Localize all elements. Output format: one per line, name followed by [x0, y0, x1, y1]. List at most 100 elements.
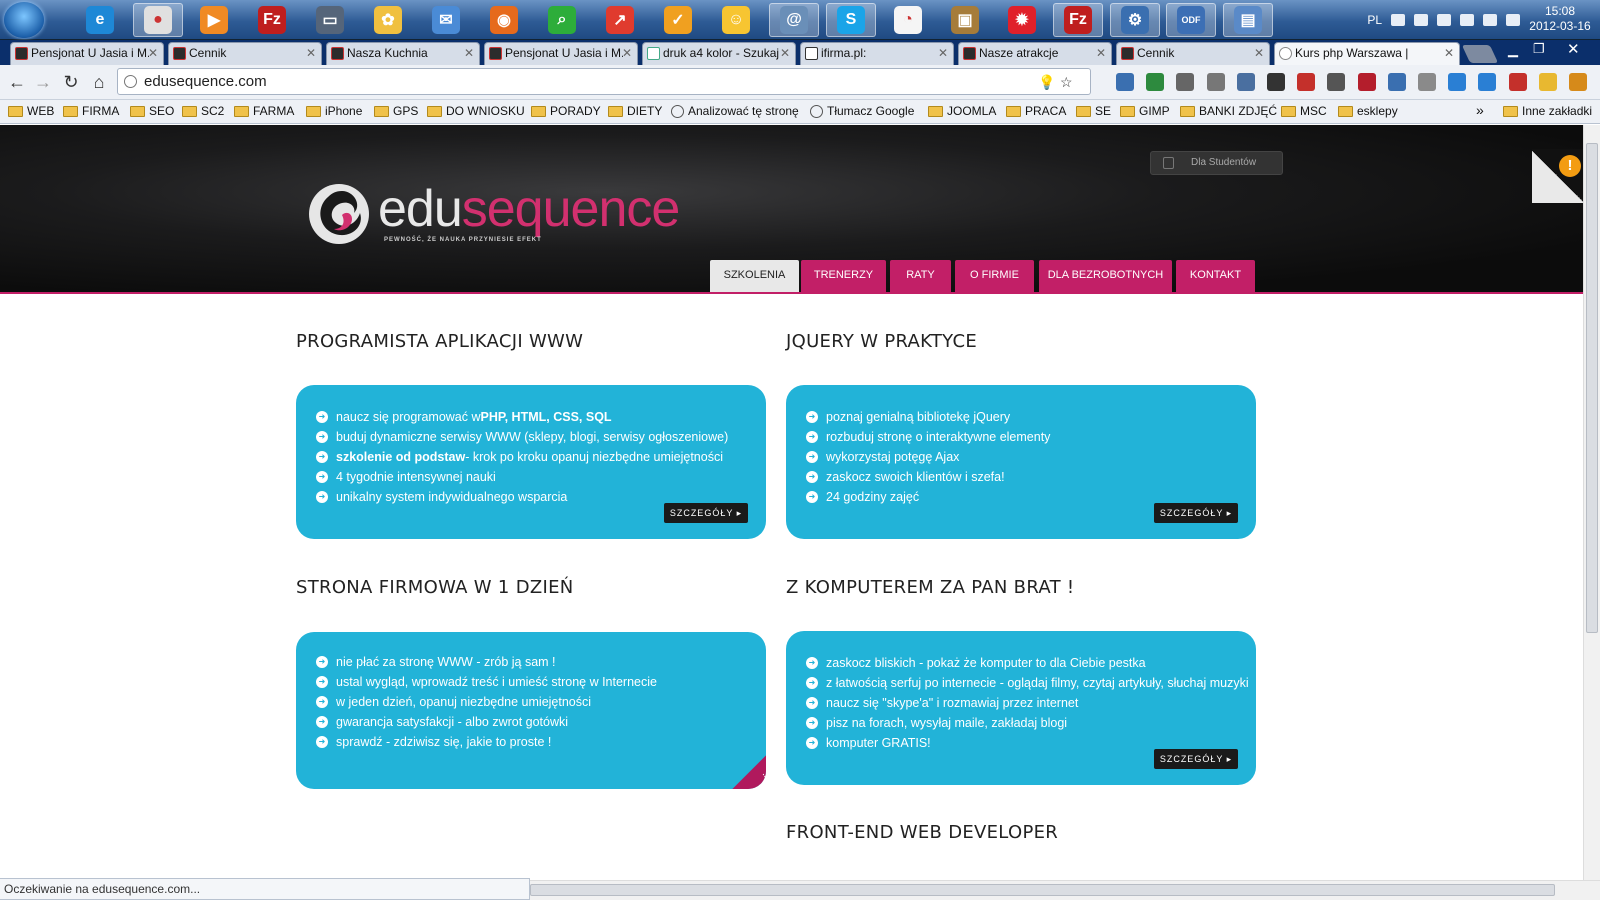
- menu-item-o-firmie[interactable]: O FIRMIE: [955, 260, 1034, 292]
- clock[interactable]: 15:08 2012-03-16: [1528, 4, 1592, 34]
- chart-app-taskbar-button[interactable]: ↗: [595, 3, 645, 37]
- browser-tab[interactable]: druk a4 kolor - Szukaj ✕: [642, 42, 796, 65]
- bookmark-item[interactable]: DO WNIOSKU: [427, 104, 525, 118]
- bookmark-item[interactable]: SE: [1076, 104, 1111, 118]
- browser-tab[interactable]: Pensjonat U Jasia i M... ✕: [10, 42, 164, 65]
- translate-icon[interactable]: [1146, 73, 1165, 91]
- horizontal-scroll-thumb[interactable]: [530, 884, 1555, 896]
- lightbulb-icon[interactable]: 💡: [1038, 75, 1055, 90]
- skype-taskbar-button[interactable]: S: [826, 3, 876, 37]
- network-icon[interactable]: [1414, 14, 1428, 26]
- close-tab-icon[interactable]: ✕: [622, 46, 632, 60]
- browser-tab[interactable]: Nasza Kuchnia ✕: [326, 42, 480, 65]
- sun-app-taskbar-button[interactable]: ☺: [711, 3, 761, 37]
- bookmarks-overflow-button[interactable]: »: [1476, 102, 1484, 118]
- menu-item-trenerzy[interactable]: TRENERZY: [801, 260, 886, 292]
- forward-icon[interactable]: →: [32, 71, 54, 93]
- splat-app-taskbar-button[interactable]: ✹: [997, 3, 1047, 37]
- bookmark-item[interactable]: DIETY: [608, 104, 662, 118]
- tasks-app-taskbar-button[interactable]: ✓: [653, 3, 703, 37]
- course-title[interactable]: JQUERY W PRAKTYCE: [786, 331, 977, 352]
- google-c-icon[interactable]: [1116, 73, 1134, 91]
- signal-ext-icon[interactable]: [1418, 73, 1436, 91]
- bookmark-item[interactable]: GPS: [374, 104, 418, 118]
- people-ext-icon[interactable]: [1327, 73, 1346, 91]
- usb-icon[interactable]: [1460, 14, 1474, 26]
- details-button[interactable]: SZCZEGÓŁY ▸: [1154, 749, 1238, 769]
- wifi-ext-icon[interactable]: [1448, 73, 1467, 91]
- star-icon[interactable]: ☆: [1060, 75, 1075, 90]
- close-tab-icon[interactable]: ✕: [464, 46, 474, 60]
- browser-tab[interactable]: Nasze atrakcje ✕: [958, 42, 1112, 65]
- bookmark-item[interactable]: FARMA: [234, 104, 294, 118]
- bookmark-item[interactable]: PORADY: [531, 104, 601, 118]
- gmail-ext-icon[interactable]: [1297, 73, 1316, 91]
- close-tab-icon[interactable]: ✕: [1444, 46, 1454, 60]
- close-window-icon[interactable]: ✕: [1567, 40, 1580, 58]
- arrows-ext-icon[interactable]: [1508, 73, 1527, 91]
- details-button[interactable]: SZCZEGÓŁY ▸: [1154, 503, 1238, 523]
- mail-client-taskbar-button[interactable]: @: [769, 3, 819, 37]
- student-login-button[interactable]: Dla Studentów: [1150, 151, 1283, 175]
- bookmark-item[interactable]: SEO: [130, 104, 174, 118]
- close-tab-icon[interactable]: ✕: [148, 46, 158, 60]
- menu-item-szkolenia[interactable]: SZKOLENIA: [710, 260, 799, 292]
- bookmark-item[interactable]: MSC: [1281, 104, 1327, 118]
- search-app-taskbar-button[interactable]: ⌕: [537, 3, 587, 37]
- close-tab-icon[interactable]: ✕: [780, 46, 790, 60]
- menu-item-dla-bezrobotnych[interactable]: DLA BEZROBOTNYCH: [1039, 260, 1172, 292]
- bug-ext-icon[interactable]: [1206, 73, 1225, 91]
- menu-item-raty[interactable]: RATY: [890, 260, 951, 292]
- bookmark-item[interactable]: Analizować tę stronę: [671, 104, 799, 118]
- browser-tab[interactable]: ifirma.pl: ✕: [800, 42, 954, 65]
- chrome-taskbar-button[interactable]: ●: [133, 3, 183, 37]
- vertical-scrollbar[interactable]: [1583, 125, 1600, 880]
- other-bookmarks[interactable]: Inne zakładki: [1503, 104, 1592, 118]
- course-title[interactable]: STRONA FIRMOWA W 1 DZIEŃ: [296, 577, 574, 598]
- language-indicator[interactable]: PL: [1367, 13, 1382, 27]
- odf-app-taskbar-button[interactable]: ODF: [1166, 3, 1216, 37]
- course-title[interactable]: PROGRAMISTA APLIKACJI WWW: [296, 331, 583, 352]
- box-app-taskbar-button[interactable]: ▣: [940, 3, 990, 37]
- wallet-ext-icon[interactable]: [1538, 73, 1557, 91]
- thunderbird-taskbar-button[interactable]: ✉: [421, 3, 471, 37]
- keyboard-icon[interactable]: [1391, 14, 1405, 26]
- monitor-taskbar-button[interactable]: ▭: [305, 3, 355, 37]
- reload-icon[interactable]: ↻: [60, 71, 82, 93]
- filezilla-2-taskbar-button[interactable]: Fz: [1053, 3, 1103, 37]
- volume-icon[interactable]: [1506, 14, 1520, 26]
- flag-icon[interactable]: [1437, 14, 1451, 26]
- restore-icon[interactable]: ❐: [1533, 41, 1545, 57]
- filezilla-taskbar-button[interactable]: Fz: [247, 3, 297, 37]
- camera-ext-icon[interactable]: [1236, 73, 1255, 91]
- pen-ext-icon[interactable]: [1387, 73, 1406, 91]
- wrench-icon[interactable]: [1569, 73, 1587, 91]
- home-icon[interactable]: ⌂: [88, 71, 110, 93]
- logo-text[interactable]: edusequence: [378, 179, 680, 239]
- logo-swirl-icon[interactable]: [306, 181, 372, 247]
- url-input[interactable]: [142, 72, 1022, 91]
- new-tab-button[interactable]: [1461, 45, 1499, 63]
- alert-icon[interactable]: !: [1559, 155, 1581, 177]
- start-button[interactable]: [4, 2, 44, 38]
- bookmark-item[interactable]: iPhone: [306, 104, 362, 118]
- printer-ext-icon[interactable]: [1267, 73, 1285, 91]
- bookmark-item[interactable]: WEB: [8, 104, 54, 118]
- remote-desktop-taskbar-button[interactable]: ▤: [1223, 3, 1273, 37]
- close-tab-icon[interactable]: ✕: [306, 46, 316, 60]
- ie-taskbar-button[interactable]: e: [75, 3, 125, 37]
- bookmark-item[interactable]: esklepy: [1338, 104, 1398, 118]
- bookmark-item[interactable]: FIRMA: [63, 104, 119, 118]
- browser-tab[interactable]: Cennik ✕: [168, 42, 322, 65]
- details-button[interactable]: SZCZEGÓŁY ▸: [664, 503, 748, 523]
- paint-taskbar-button[interactable]: ✿: [363, 3, 413, 37]
- close-tab-icon[interactable]: ✕: [938, 46, 948, 60]
- bookmark-item[interactable]: JOOMLA: [928, 104, 996, 118]
- browser-tab[interactable]: Pensjonat U Jasia i M... ✕: [484, 42, 638, 65]
- menu-item-kontakt[interactable]: KONTAKT: [1176, 260, 1255, 292]
- bookmark-item[interactable]: Tłumacz Google: [810, 104, 914, 118]
- vertical-scroll-thumb[interactable]: [1586, 143, 1598, 633]
- minimize-icon[interactable]: ▁: [1508, 42, 1518, 58]
- bookmark-item[interactable]: PRACA: [1006, 104, 1066, 118]
- close-tab-icon[interactable]: ✕: [1096, 46, 1106, 60]
